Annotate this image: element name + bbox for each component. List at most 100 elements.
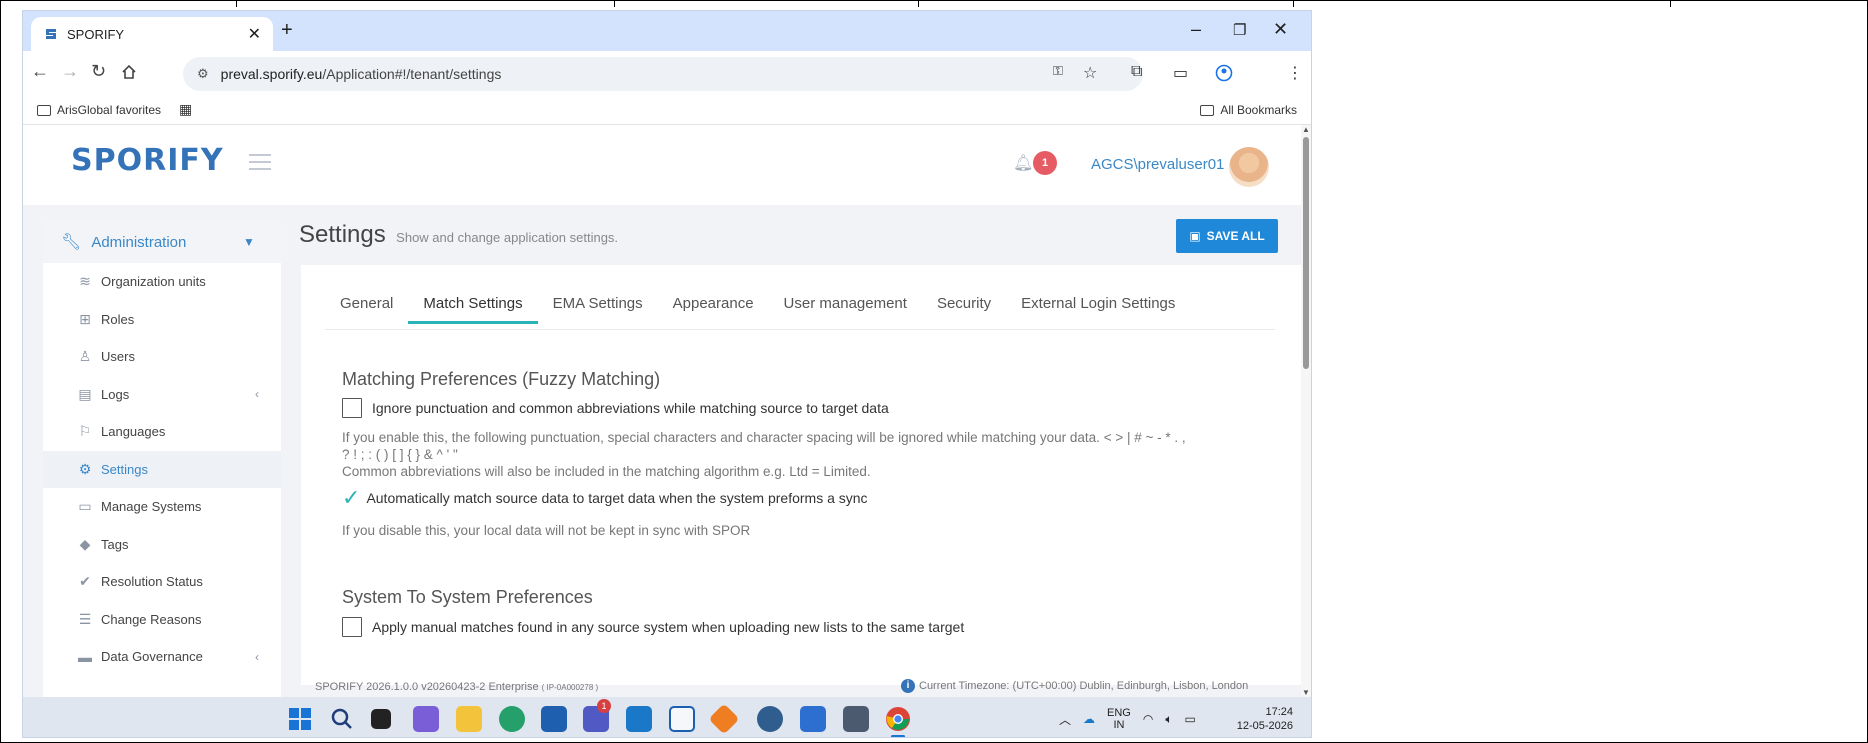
bookmark-favorites-label: ArisGlobal favorites: [57, 103, 162, 117]
task-view-icon[interactable]: [371, 709, 391, 729]
clock[interactable]: 17:24 12-05-2026: [1229, 705, 1293, 733]
sidebar-item-settings[interactable]: ⚙ Settings: [43, 450, 281, 488]
clock-time: 17:24: [1265, 706, 1293, 718]
remote-desktop-icon[interactable]: [800, 706, 826, 732]
scroll-up-icon[interactable]: ▲: [1302, 125, 1310, 134]
hamburger-menu-icon[interactable]: [249, 149, 271, 175]
search-icon[interactable]: [329, 706, 355, 732]
menu-kebab-icon[interactable]: ⋮: [1287, 63, 1303, 83]
scroll-thumb[interactable]: [1303, 137, 1309, 369]
sidebar-item-resolution-status[interactable]: ✔ Resolution Status: [43, 563, 281, 601]
sidebar-item-label: Languages: [101, 424, 166, 440]
tab-general[interactable]: General: [325, 287, 408, 324]
minimize-icon[interactable]: –: [1191, 19, 1201, 40]
wifi-icon[interactable]: ◠: [1143, 712, 1153, 726]
vpn-icon[interactable]: [708, 703, 740, 735]
user-name[interactable]: AGCS\prevaluser01: [1091, 156, 1224, 173]
volume-icon[interactable]: 🔈︎: [1165, 712, 1172, 727]
version-label: SPORIFY 2026.1.0.0 v20260423-2 Enterpris…: [315, 681, 539, 693]
onedrive-icon[interactable]: ☁: [1083, 712, 1095, 726]
tab-external-login-settings[interactable]: External Login Settings: [1006, 287, 1190, 324]
sidebar-item-tags[interactable]: ◆ Tags: [43, 526, 281, 564]
chrome-icon[interactable]: [885, 706, 911, 732]
page-scrollbar[interactable]: ▲ ▼: [1301, 125, 1311, 697]
checkmark-icon[interactable]: ✓: [342, 487, 360, 509]
governance-icon: ▬: [78, 648, 92, 665]
scroll-down-icon[interactable]: ▼: [1302, 688, 1310, 697]
tab-ema-settings[interactable]: EMA Settings: [538, 287, 658, 324]
file-explorer-icon[interactable]: [456, 706, 482, 732]
floppy-disk-icon: ▣: [1189, 229, 1201, 243]
site-settings-icon[interactable]: ⚙: [197, 66, 209, 82]
profile-icon[interactable]: [1215, 64, 1233, 82]
save-all-label: SAVE ALL: [1206, 229, 1265, 243]
ignore-punctuation-checkbox[interactable]: [342, 398, 362, 418]
check-icon: ✔: [79, 573, 91, 590]
language-indicator[interactable]: ENG IN: [1107, 707, 1131, 731]
restore-icon[interactable]: ❐: [1233, 21, 1246, 39]
folder-icon: [37, 104, 51, 116]
terminal-app-icon[interactable]: [843, 706, 869, 732]
battery-icon[interactable]: ▭: [1185, 712, 1196, 726]
sporify-logo[interactable]: SPORIFY: [71, 143, 224, 178]
browser-tab[interactable]: SPORIFY ✕: [31, 17, 273, 51]
close-window-icon[interactable]: ✕: [1273, 19, 1288, 40]
back-icon[interactable]: ←: [31, 61, 49, 82]
new-tab-icon[interactable]: +: [281, 19, 293, 42]
frame-cell: [237, 1, 615, 7]
sidebar-item-change-reasons[interactable]: ☰ Change Reasons: [43, 601, 281, 639]
all-bookmarks[interactable]: All Bookmarks: [1200, 103, 1297, 117]
windows-start-icon[interactable]: [287, 706, 313, 732]
close-tab-icon[interactable]: ✕: [248, 24, 261, 44]
list-icon: ☰: [78, 610, 92, 627]
timezone-text: i Current Timezone: (UTC+00:00) Dublin, …: [901, 679, 1248, 693]
sidebar-item-label: Manage Systems: [101, 499, 202, 515]
apply-manual-matches-checkbox[interactable]: [342, 617, 362, 637]
sidebar-item-manage-systems[interactable]: ▭ Manage Systems: [43, 488, 281, 526]
sidebar-section-administration[interactable]: 🔧︎ Administration ▼: [43, 221, 281, 263]
sidebar: 🔧︎ Administration ▼ ≋ Organization units…: [43, 221, 281, 697]
sidebar-item-organization-units[interactable]: ≋ Organization units: [43, 263, 281, 301]
build-label: ( IP-0A000278 ): [541, 683, 599, 692]
sidebar-item-logs[interactable]: ▤ Logs ‹: [43, 376, 281, 414]
app-window-icon[interactable]: [669, 706, 695, 732]
reload-icon[interactable]: ↻: [91, 61, 106, 82]
store-icon[interactable]: [541, 706, 567, 732]
address-bar[interactable]: ⚙ preval.sporify.eu/Application#!/tenant…: [183, 57, 1143, 91]
page-subtitle: Show and change application settings.: [396, 230, 619, 245]
sidebar-item-languages[interactable]: ⚐ Languages: [43, 413, 281, 451]
sidebar-item-roles[interactable]: ⊞ Roles: [43, 301, 281, 339]
avatar[interactable]: [1229, 147, 1269, 187]
tab-match-settings[interactable]: Match Settings: [408, 287, 538, 324]
tab-user-management[interactable]: User management: [769, 287, 922, 324]
windows-taskbar: 1 ︿ ☁ ENG IN ◠ 🔈︎ ▭ 17:24 12-05-2026: [23, 697, 1311, 737]
bookmark-star-icon[interactable]: ☆: [1083, 63, 1097, 83]
extensions-icon[interactable]: ⧉: [1131, 63, 1142, 81]
chevron-down-icon: ▼: [243, 235, 255, 249]
sidebar-item-label: Users: [101, 349, 135, 365]
password-key-icon[interactable]: ⚿: [1053, 63, 1063, 79]
tab-search-icon[interactable]: ▭: [1173, 63, 1188, 83]
page-title: Settings: [299, 221, 386, 248]
notification-badge[interactable]: 1: [1033, 151, 1057, 175]
bookmark-favorites[interactable]: ArisGlobal favorites: [37, 103, 161, 117]
active-app-indicator: [891, 735, 905, 737]
users-icon: ♙: [78, 348, 92, 365]
bell-icon[interactable]: 🔔︎: [1013, 153, 1033, 173]
help-line: ? ! ; : ( ) [ ] { } & ^ ' ": [342, 447, 458, 462]
tab-appearance[interactable]: Appearance: [658, 287, 769, 324]
tab-security[interactable]: Security: [922, 287, 1006, 324]
forward-icon[interactable]: →: [61, 61, 79, 82]
apps-grid-icon[interactable]: ▦: [179, 101, 192, 118]
layers-icon: ≋: [79, 273, 91, 290]
edge-icon[interactable]: [499, 706, 525, 732]
browser-toolbar: ← → ↻ ⚙ preval.sporify.eu/Application#!/…: [23, 51, 1311, 95]
chevron-up-icon[interactable]: ︿: [1059, 711, 1071, 728]
postgres-icon[interactable]: [757, 706, 783, 732]
home-icon[interactable]: [121, 64, 137, 80]
sidebar-item-users[interactable]: ♙ Users: [43, 338, 281, 376]
sidebar-item-label: Change Reasons: [101, 611, 202, 627]
m365-icon[interactable]: [413, 706, 439, 732]
outlook-icon[interactable]: [626, 706, 652, 732]
save-all-button[interactable]: ▣ SAVE ALL: [1176, 219, 1278, 253]
